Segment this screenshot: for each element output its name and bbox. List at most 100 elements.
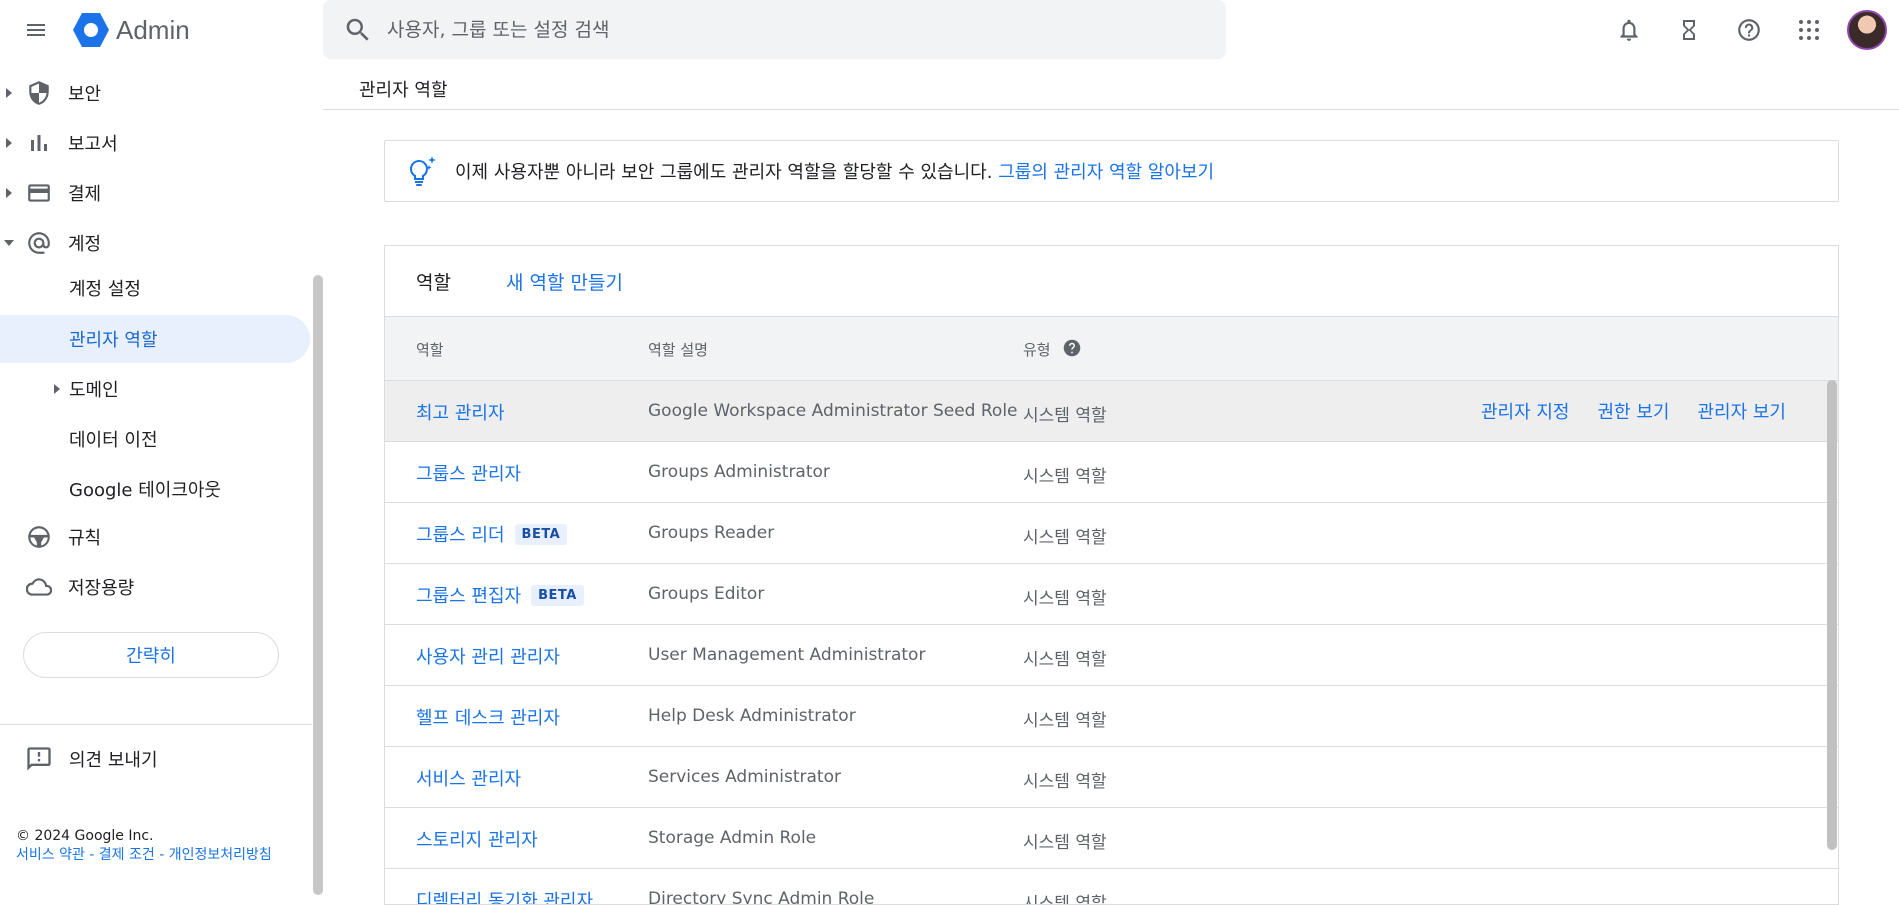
table-row[interactable]: 최고 관리자 Google Workspace Administrator Se… — [385, 381, 1838, 442]
beta-badge: BETA — [531, 584, 584, 606]
search-icon — [346, 18, 369, 41]
sidebar-item-account[interactable]: 계정 — [0, 220, 310, 266]
table-row[interactable]: 디렉터리 동기화 관리자 Directory Sync Admin Role 시… — [385, 869, 1838, 905]
help-circle-icon — [1738, 19, 1760, 41]
role-type: 시스템 역할 — [1023, 772, 1107, 792]
notifications-button[interactable] — [1607, 8, 1651, 52]
role-type: 시스템 역할 — [1023, 650, 1107, 670]
table-row[interactable]: 사용자 관리 관리자 User Management Administrator… — [385, 625, 1838, 686]
role-name-link[interactable]: 그룹스 리더 BETA — [416, 521, 568, 547]
google-admin-logo-icon — [73, 13, 109, 47]
sidebar-item-account-settings[interactable]: 계정 설정 — [0, 264, 310, 312]
sidebar-item-rules[interactable]: 규칙 — [0, 514, 310, 560]
send-feedback-button[interactable]: 의견 보내기 — [0, 736, 310, 782]
table-scrollbar[interactable] — [1827, 380, 1837, 850]
feedback-label: 의견 보내기 — [69, 750, 158, 771]
sidebar-item-label: 규칙 — [68, 528, 102, 549]
shield-icon — [29, 81, 49, 105]
page-title: 관리자 역할 — [359, 80, 448, 101]
roles-card: 역할 새 역할 만들기 역할 역할 설명 유형 최고 관리자 Google Wo… — [384, 245, 1839, 905]
role-type: 시스템 역할 — [1023, 528, 1107, 548]
tasks-button[interactable] — [1667, 8, 1711, 52]
column-header-role[interactable]: 역할 — [416, 339, 444, 360]
search-bar[interactable] — [323, 0, 1226, 59]
sidebar-scrollbar[interactable] — [313, 275, 323, 895]
banner-learn-more-link[interactable]: 그룹의 관리자 역할 알아보기 — [998, 162, 1214, 183]
role-type: 시스템 역할 — [1023, 406, 1107, 426]
banner-message: 이제 사용자뿐 아니라 보안 그룹에도 관리자 역할을 할당할 수 있습니다. … — [455, 158, 1214, 184]
admin-logo[interactable]: Admin — [72, 12, 190, 48]
table-row[interactable]: 헬프 데스크 관리자 Help Desk Administrator 시스템 역… — [385, 686, 1838, 747]
sidebar-item-label: 계정 설정 — [69, 279, 141, 300]
help-button[interactable] — [1727, 8, 1771, 52]
column-header-description[interactable]: 역할 설명 — [648, 339, 708, 360]
sidebar-item-label: 데이터 이전 — [69, 430, 158, 451]
sidebar-nav: 보안 보고서 결제 계정 계정 설정 관리자 역할 도메인 데이터 이전 Goo… — [0, 70, 312, 895]
caret-right-icon — [6, 138, 12, 148]
role-name-link[interactable]: 사용자 관리 관리자 — [416, 643, 560, 669]
role-name-link[interactable]: 헬프 데스크 관리자 — [416, 704, 560, 730]
sidebar-item-storage[interactable]: 저장용량 — [0, 564, 310, 610]
table-row[interactable]: 그룹스 리더 BETA Groups Reader 시스템 역할 — [385, 503, 1838, 564]
role-name-link[interactable]: 디렉터리 동기화 관리자 — [416, 887, 593, 904]
table-row[interactable]: 스토리지 관리자 Storage Admin Role 시스템 역할 — [385, 808, 1838, 869]
feedback-icon — [27, 747, 51, 771]
footer-links[interactable]: 서비스 약관 - 결제 조건 - 개인정보처리방침 — [16, 846, 306, 865]
apps-button[interactable] — [1787, 8, 1831, 52]
sidebar-divider — [0, 724, 312, 725]
role-description: Services Administrator — [648, 767, 841, 787]
sidebar-item-admin-roles[interactable]: 관리자 역할 — [0, 315, 310, 363]
role-description: User Management Administrator — [648, 645, 926, 665]
hourglass-icon — [1683, 20, 1695, 40]
view-privileges-link[interactable]: 권한 보기 — [1598, 398, 1670, 424]
credit-card-icon — [28, 184, 50, 202]
sidebar-item-label: 관리자 역할 — [69, 330, 158, 351]
main-menu-button[interactable] — [20, 14, 52, 46]
role-name-link[interactable]: 최고 관리자 — [416, 399, 505, 425]
create-new-role-link[interactable]: 새 역할 만들기 — [506, 268, 623, 295]
role-type: 시스템 역할 — [1023, 833, 1107, 853]
assign-admin-link[interactable]: 관리자 지정 — [1481, 398, 1570, 424]
at-sign-icon — [28, 232, 50, 254]
roles-card-title: 역할 — [416, 271, 451, 294]
sidebar-item-billing[interactable]: 결제 — [0, 170, 310, 216]
beta-badge: BETA — [514, 523, 568, 545]
row-actions: 관리자 지정 권한 보기 관리자 보기 — [1453, 398, 1786, 424]
role-description: Help Desk Administrator — [648, 706, 856, 726]
help-circle-icon[interactable] — [1063, 339, 1081, 357]
role-type: 시스템 역할 — [1023, 589, 1107, 609]
table-row[interactable]: 그룹스 관리자 Groups Administrator 시스템 역할 — [385, 442, 1838, 503]
sidebar-item-takeout[interactable]: Google 테이크아웃 — [0, 465, 310, 513]
sidebar-item-domains[interactable]: 도메인 — [0, 365, 310, 413]
collapse-button[interactable]: 간략히 — [23, 632, 279, 678]
view-admins-link[interactable]: 관리자 보기 — [1697, 398, 1786, 424]
table-row[interactable]: 서비스 관리자 Services Administrator 시스템 역할 — [385, 747, 1838, 808]
column-header-type[interactable]: 유형 — [1023, 339, 1051, 360]
steering-wheel-icon — [28, 526, 50, 548]
role-name-link[interactable]: 그룹스 관리자 — [416, 460, 521, 486]
table-row[interactable]: 그룹스 편집자 BETA Groups Editor 시스템 역할 — [385, 564, 1838, 625]
role-description: Directory Sync Admin Role — [648, 889, 875, 905]
search-input[interactable] — [387, 18, 1167, 41]
sidebar-item-label: 도메인 — [69, 380, 119, 401]
sidebar-item-security[interactable]: 보안 — [0, 70, 310, 116]
banner-text: 이제 사용자뿐 아니라 보안 그룹에도 관리자 역할을 할당할 수 있습니다. — [455, 162, 993, 183]
role-name-link[interactable]: 스토리지 관리자 — [416, 826, 538, 852]
role-description: Groups Reader — [648, 523, 775, 543]
sidebar-item-reports[interactable]: 보고서 — [0, 120, 310, 166]
account-avatar[interactable] — [1847, 10, 1887, 50]
table-header: 역할 역할 설명 유형 — [385, 317, 1838, 381]
caret-right-icon — [6, 188, 12, 198]
lightbulb-sparkle-icon — [409, 156, 436, 186]
sidebar-item-label: Google 테이크아웃 — [69, 480, 221, 501]
sidebar-item-data-migration[interactable]: 데이터 이전 — [0, 415, 310, 463]
sidebar-item-label: 보안 — [68, 84, 102, 105]
role-type: 시스템 역할 — [1023, 467, 1107, 487]
info-banner: 이제 사용자뿐 아니라 보안 그룹에도 관리자 역할을 할당할 수 있습니다. … — [384, 140, 1839, 202]
title-divider — [323, 109, 1899, 110]
caret-right-icon — [6, 88, 12, 98]
role-name-link[interactable]: 그룹스 편집자 BETA — [416, 582, 584, 608]
role-type: 시스템 역할 — [1023, 894, 1107, 905]
hamburger-menu-icon — [27, 24, 45, 36]
role-name-link[interactable]: 서비스 관리자 — [416, 765, 521, 791]
